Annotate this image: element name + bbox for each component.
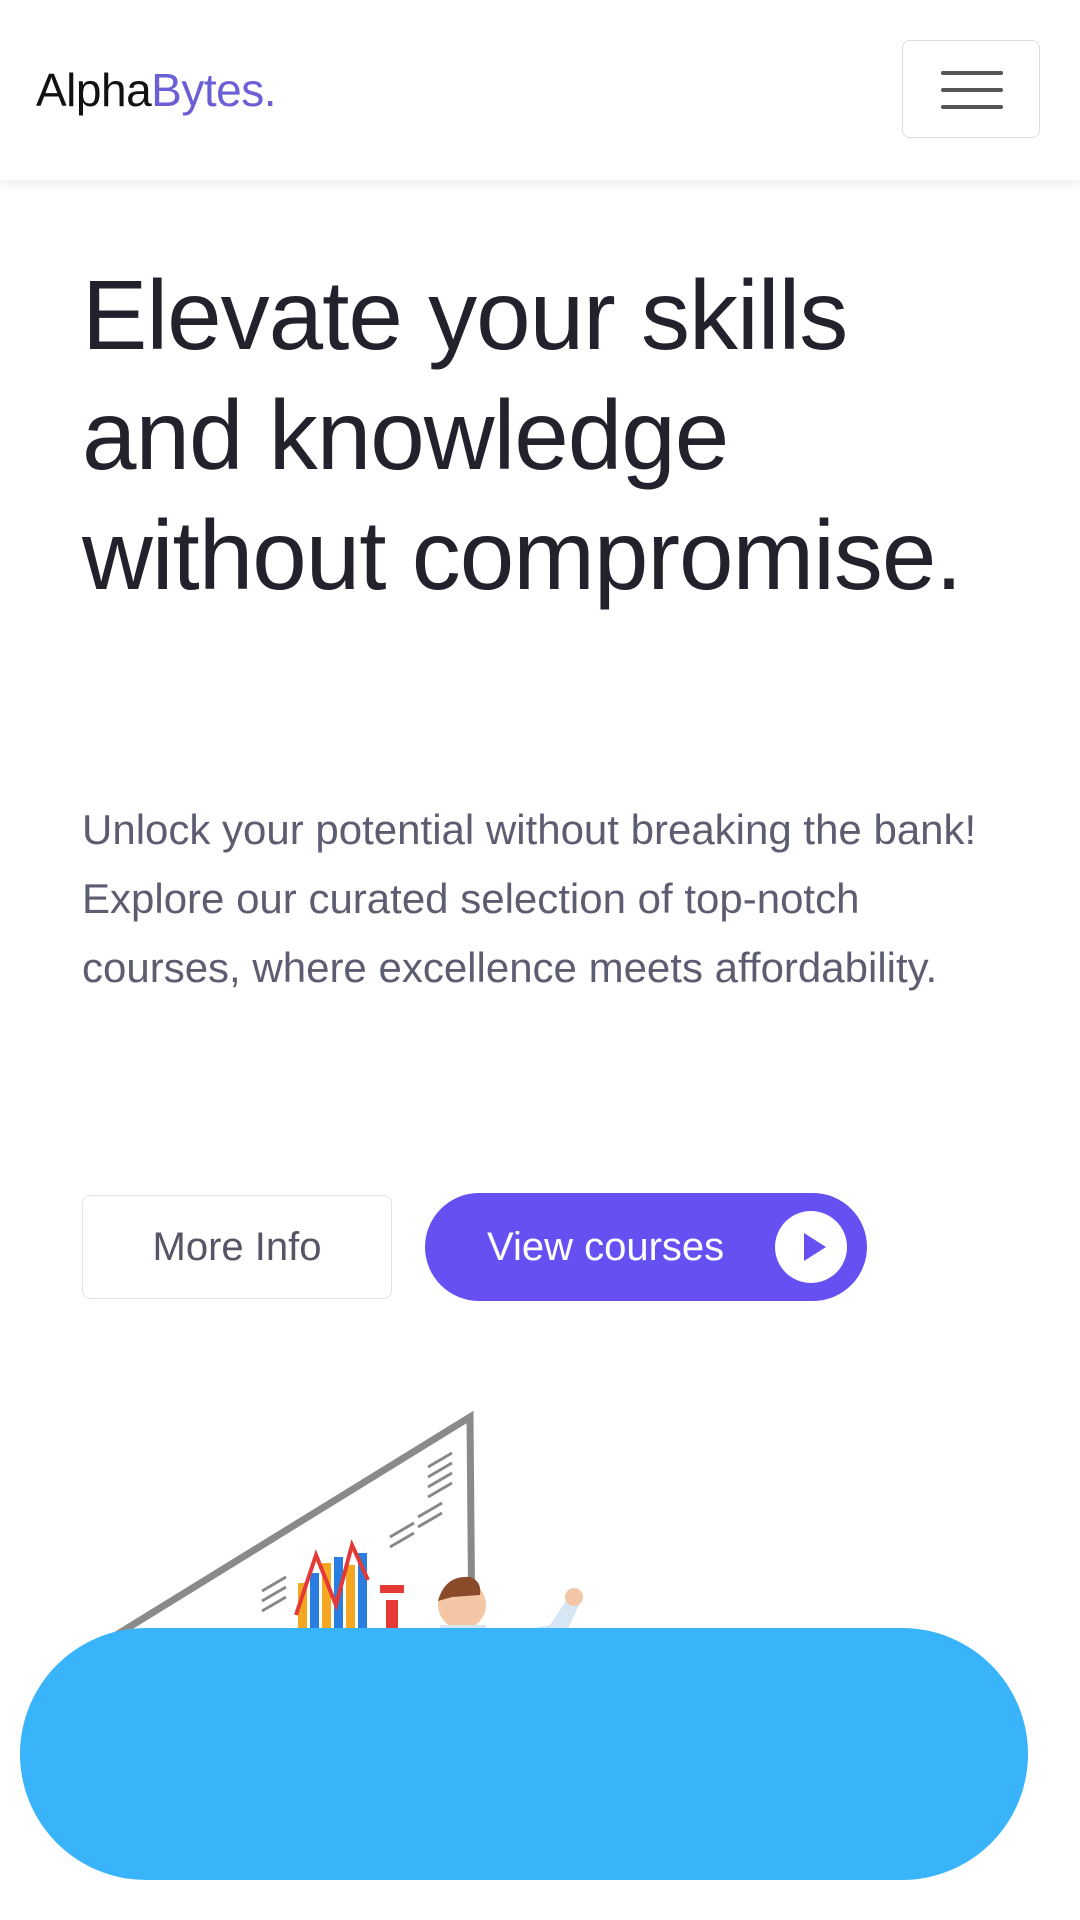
hero-illustration	[93, 1410, 583, 1645]
floating-overlay-banner[interactable]	[20, 1628, 1028, 1880]
more-info-button[interactable]: More Info	[82, 1195, 392, 1299]
hamburger-menu-icon-line	[941, 105, 1003, 109]
brand-name-primary: Alpha	[36, 64, 152, 116]
whiteboard	[93, 1410, 476, 1645]
hero-title: Elevate your skills and knowledge withou…	[82, 260, 963, 610]
play-icon	[775, 1211, 847, 1283]
more-info-label: More Info	[152, 1224, 322, 1269]
menu-toggle-button[interactable]	[902, 40, 1040, 138]
view-courses-label: View courses	[487, 1224, 725, 1269]
hamburger-menu-icon	[941, 71, 1003, 75]
hero-description: Unlock your potential without breaking t…	[82, 806, 977, 991]
brand-logo[interactable]: AlphaBytes.	[36, 60, 276, 120]
view-courses-button[interactable]: View courses	[425, 1193, 867, 1301]
brand-name-accent: Bytes.	[151, 64, 276, 116]
navbar: AlphaBytes.	[0, 0, 1080, 180]
hamburger-menu-icon-line	[941, 88, 1003, 92]
